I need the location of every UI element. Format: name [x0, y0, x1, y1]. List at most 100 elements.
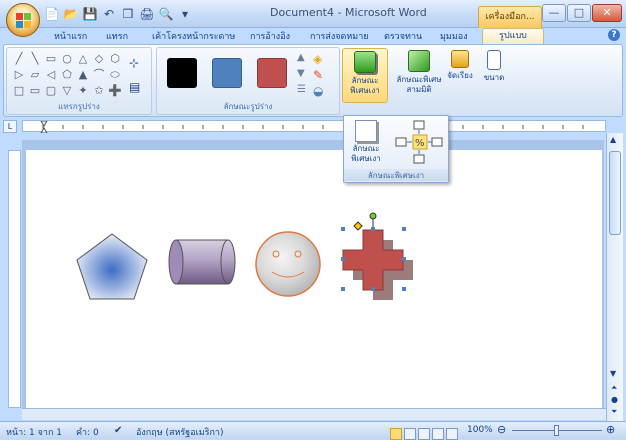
minimize-button[interactable]: — — [542, 4, 566, 22]
tab-selector[interactable]: L — [3, 120, 17, 133]
shapes-gallery[interactable]: ╱ ╲ ▭ ○ △ ◇ ⬡ ▷ ▱ ◁ ⬠ ▲ ⌒ ⬭ □ ▭ ▢ ▽ ✦ ✩ … — [12, 52, 122, 98]
vertical-ruler[interactable] — [8, 150, 21, 408]
arrange-button[interactable]: จัดเรียง — [446, 48, 474, 103]
rounded-rect-shape-icon[interactable]: ▢ — [44, 84, 58, 98]
line-shape-icon[interactable]: ╱ — [12, 52, 26, 66]
web-layout-view-icon[interactable] — [418, 428, 430, 440]
popup-shadow-effects-button[interactable]: ลักษณะ พิเศษเงา — [350, 120, 382, 164]
zoom-out-icon[interactable]: ⊖ — [497, 423, 506, 436]
octagon-shape-icon[interactable]: ⬭ — [108, 68, 122, 82]
parallelogram-shape-icon[interactable]: ▱ — [28, 68, 42, 82]
full-screen-view-icon[interactable] — [404, 428, 416, 440]
hexagon-shape-icon[interactable]: ⬡ — [108, 52, 122, 66]
triangle-shape-icon[interactable]: △ — [76, 52, 90, 66]
zoom-in-icon[interactable]: ⊕ — [606, 423, 615, 436]
popup-shadow-icon — [355, 120, 377, 142]
nudge-shadow-icon[interactable]: % — [394, 120, 444, 164]
undo-icon[interactable]: ↶ — [101, 6, 117, 22]
style-swatch-red[interactable] — [257, 58, 287, 88]
close-button[interactable]: ✕ — [592, 4, 622, 22]
tab-references[interactable]: การอ้างอิง — [250, 29, 290, 43]
gallery-more-icon[interactable]: ☰ — [297, 84, 306, 95]
draft-view-icon[interactable] — [446, 428, 458, 440]
outline-view-icon[interactable] — [432, 428, 444, 440]
edit-shape-icon[interactable]: ⊹ — [129, 56, 139, 70]
line2-shape-icon[interactable]: ╲ — [28, 52, 42, 66]
scroll-down-icon[interactable]: ▼ — [610, 369, 616, 378]
popup-group-label: ลักษณะพิเศษเงา — [344, 169, 448, 181]
customize-qat-icon[interactable]: ▾ — [177, 6, 193, 22]
ribbon: ╱ ╲ ▭ ○ △ ◇ ⬡ ▷ ▱ ◁ ⬠ ▲ ⌒ ⬭ □ ▭ ▢ ▽ ✦ ✩ … — [3, 44, 623, 117]
print-layout-view-icon[interactable] — [390, 428, 402, 440]
ruler-ticks-icon — [40, 120, 584, 134]
print-icon[interactable]: 🖨 — [139, 6, 155, 22]
down-triangle-shape-icon[interactable]: ▽ — [60, 84, 74, 98]
tab-format[interactable]: รูปแบบ — [482, 28, 544, 45]
oval-shape-icon[interactable]: ○ — [60, 52, 74, 66]
maximize-button[interactable]: □ — [567, 4, 591, 22]
square-shape-icon[interactable]: □ — [12, 84, 26, 98]
3d-effects-button[interactable]: ลักษณะพิเศษ สามมิติ — [394, 48, 444, 103]
ribbon-tabs: หน้าแรก แทรก เค้าโครงหน้ากระดาษ การอ้างอ… — [0, 28, 626, 45]
word-count[interactable]: คำ: 0 — [76, 425, 99, 439]
size-button[interactable]: ขนาด — [480, 48, 508, 103]
tab-insert[interactable]: แทรก — [106, 29, 128, 43]
text-box-icon[interactable]: ▤ — [129, 80, 140, 94]
rect2-shape-icon[interactable]: ▭ — [28, 84, 42, 98]
style-swatch-black[interactable] — [167, 58, 197, 88]
next-page-icon[interactable]: ⏷ — [611, 407, 617, 417]
change-shape-icon[interactable]: ◒ — [313, 84, 323, 98]
tab-page-layout[interactable]: เค้าโครงหน้ากระดาษ — [152, 29, 235, 43]
language-indicator[interactable]: อังกฤษ (สหรัฐอเมริกา) — [136, 425, 224, 439]
left-arrow-shape-icon[interactable]: ◁ — [44, 68, 58, 82]
arrange-icon — [451, 50, 469, 68]
arrange-label: จัดเรียง — [447, 71, 473, 80]
shadow-effects-label: ลักษณะ พิเศษเงา — [350, 76, 380, 95]
browse-object-icon[interactable]: ● — [611, 395, 618, 404]
scroll-thumb[interactable] — [609, 151, 621, 235]
tab-review[interactable]: ตรวจทาน — [384, 29, 422, 43]
tab-home[interactable]: หน้าแรก — [54, 29, 87, 43]
rect-shape-icon[interactable]: ▭ — [44, 52, 58, 66]
save-icon[interactable]: 💾 — [82, 6, 98, 22]
star4-shape-icon[interactable]: ✦ — [76, 84, 90, 98]
window-title: Document4 - Microsoft Word — [270, 6, 427, 19]
arc-shape-icon[interactable]: ⌒ — [92, 68, 106, 82]
page-count[interactable]: หน้า: 1 จาก 1 — [6, 425, 62, 439]
arrow-shape-icon[interactable]: ▷ — [12, 68, 26, 82]
tab-view[interactable]: มุมมอง — [440, 29, 468, 43]
print-preview-icon[interactable]: ❒ — [120, 6, 136, 22]
zoom-slider-thumb[interactable] — [554, 425, 559, 436]
horizontal-ruler[interactable] — [22, 120, 606, 134]
proofing-icon[interactable]: ✔ — [114, 425, 122, 436]
previous-page-icon[interactable]: ⏶ — [611, 383, 617, 393]
tab-mailings[interactable]: การส่งจดหมาย — [310, 29, 369, 43]
office-button[interactable] — [6, 3, 40, 37]
gallery-scroll-up-icon[interactable]: ▲ — [297, 52, 305, 63]
help-icon[interactable]: ? — [608, 29, 620, 41]
diamond-shape-icon[interactable]: ◇ — [92, 52, 106, 66]
quick-access-toolbar: 📄 📂 💾 ↶ ❒ 🖨 🔍 ▾ — [44, 6, 193, 22]
vertical-scrollbar[interactable]: ▲ ▼ ⏶ ● ⏷ — [606, 133, 623, 421]
plus-shape-icon[interactable]: ➕ — [108, 84, 122, 98]
spelling-icon[interactable]: 🔍 — [158, 6, 174, 22]
up-triangle-shape-icon[interactable]: ▲ — [76, 68, 90, 82]
3d-effects-label: ลักษณะพิเศษ สามมิติ — [396, 75, 442, 94]
document-page[interactable] — [26, 150, 602, 416]
title-bar: 📄 📂 💾 ↶ ❒ 🖨 🔍 ▾ Document4 - Microsoft Wo… — [0, 0, 626, 28]
open-icon[interactable]: 📂 — [63, 6, 79, 22]
new-doc-icon[interactable]: 📄 — [44, 6, 60, 22]
scroll-up-icon[interactable]: ▲ — [610, 135, 616, 144]
zoom-level[interactable]: 100% — [467, 425, 493, 435]
pentagon-shape-icon[interactable]: ⬠ — [60, 68, 74, 82]
star5-shape-icon[interactable]: ✩ — [92, 84, 106, 98]
view-buttons[interactable] — [390, 425, 460, 440]
svg-text:%: % — [415, 138, 425, 149]
gallery-scroll-down-icon[interactable]: ▼ — [297, 68, 305, 79]
style-swatch-blue[interactable] — [212, 58, 242, 88]
shape-outline-icon[interactable]: ✎ — [313, 68, 323, 82]
shadow-effects-icon — [354, 51, 376, 73]
shadow-effects-button[interactable]: ลักษณะ พิเศษเงา — [342, 48, 388, 103]
shape-fill-icon[interactable]: ◈ — [313, 52, 322, 66]
horizontal-scrollbar[interactable] — [22, 408, 606, 420]
